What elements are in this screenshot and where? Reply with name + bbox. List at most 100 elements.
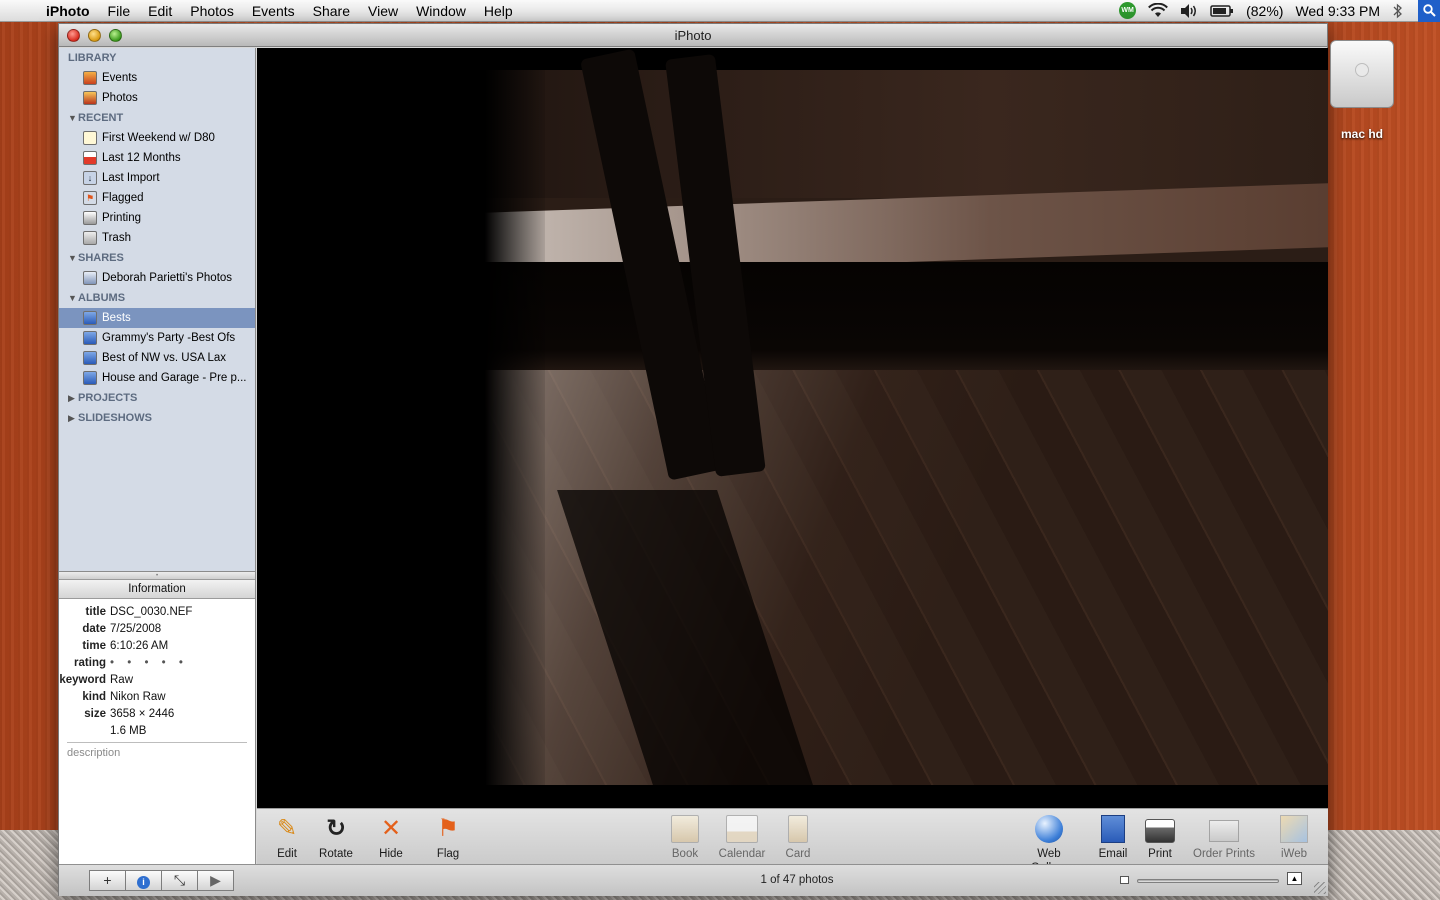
tool-label: Calendar xyxy=(718,848,766,860)
menu-bar: iPhoto File Edit Photos Events Share Vie… xyxy=(0,0,1440,22)
photo-viewer[interactable] xyxy=(257,48,1328,808)
bluetooth-icon[interactable] xyxy=(1392,3,1404,19)
information-header[interactable]: Information xyxy=(59,580,255,599)
sidebar-item-grammys-party[interactable]: Grammy's Party -Best Ofs xyxy=(59,328,255,348)
disclosure-triangle-open-icon[interactable]: ▼ xyxy=(68,288,78,308)
globe-icon xyxy=(1019,813,1079,845)
menu-app-iphoto[interactable]: iPhoto xyxy=(44,0,99,22)
sidebar-item-deborah-shared[interactable]: Deborah Parietti's Photos xyxy=(59,268,255,288)
info-row-size: size 3658 × 2446 xyxy=(59,706,255,723)
menu-file[interactable]: File xyxy=(99,0,140,22)
projects-header-label: PROJECTS xyxy=(78,392,138,404)
info-row-filesize: 1.6 MB xyxy=(59,723,255,740)
pane-splitter-handle[interactable]: • xyxy=(59,572,255,580)
iweb-button[interactable]: iWeb xyxy=(1264,813,1324,861)
tool-label: Print xyxy=(1148,848,1172,860)
information-pane: • Information title DSC_0030.NEF date 7/… xyxy=(59,571,256,864)
description-field[interactable]: description xyxy=(67,742,247,759)
albums-header-label: ALBUMS xyxy=(78,292,126,304)
calendar-button[interactable]: Calendar xyxy=(712,813,772,861)
spotlight-search-icon[interactable] xyxy=(1418,0,1440,22)
disclosure-triangle-closed-icon[interactable]: ▶ xyxy=(68,388,78,408)
info-row-keyword: keyword Raw xyxy=(59,672,255,689)
info-date-value[interactable]: 7/25/2008 xyxy=(110,621,161,638)
sidebar-item-last-import[interactable]: ↓ Last Import xyxy=(59,168,255,188)
card-button[interactable]: Card xyxy=(768,813,828,861)
sidebar-item-first-weekend[interactable]: First Weekend w/ D80 xyxy=(59,128,255,148)
desktop-drive-mac-hd[interactable]: mac hd xyxy=(1329,40,1395,141)
disclosure-triangle-open-icon[interactable]: ▼ xyxy=(68,248,78,268)
printer-icon xyxy=(83,211,97,225)
disclosure-triangle-closed-icon[interactable]: ▶ xyxy=(68,408,78,428)
shares-section-header[interactable]: ▼ SHARES xyxy=(59,248,255,268)
recent-header-label: RECENT xyxy=(78,112,124,124)
album-icon xyxy=(83,371,97,385)
volume-icon[interactable] xyxy=(1180,3,1198,19)
zoom-small-photo-icon[interactable] xyxy=(1120,876,1129,884)
recent-section-header[interactable]: ▼ RECENT xyxy=(59,108,255,128)
menu-edit[interactable]: Edit xyxy=(139,0,181,22)
menu-share[interactable]: Share xyxy=(304,0,359,22)
wm-status-icon[interactable]: WM xyxy=(1119,2,1137,19)
menu-photos[interactable]: Photos xyxy=(181,0,243,22)
menu-help[interactable]: Help xyxy=(475,0,522,22)
rotate-button[interactable]: ↻ Rotate xyxy=(306,813,366,861)
info-time-value[interactable]: 6:10:26 AM xyxy=(110,638,168,655)
sidebar-item-best-of-nw[interactable]: Best of NW vs. USA Lax xyxy=(59,348,255,368)
hard-drive-icon[interactable] xyxy=(1330,40,1394,108)
tool-label: Flag xyxy=(436,848,460,860)
order-prints-button[interactable]: Order Prints xyxy=(1188,813,1260,861)
wifi-icon[interactable] xyxy=(1148,2,1168,19)
disclosure-triangle-open-icon[interactable]: ▼ xyxy=(68,108,78,128)
sidebar-item-printing[interactable]: Printing xyxy=(59,208,255,228)
sidebar-item-label: Best of NW vs. USA Lax xyxy=(102,352,226,364)
window-zoom-button[interactable] xyxy=(109,29,122,42)
full-screen-button[interactable]: ⤡ xyxy=(161,870,198,891)
albums-section-header[interactable]: ▼ ALBUMS xyxy=(59,288,255,308)
sidebar-item-label: Trash xyxy=(102,232,131,244)
sidebar-item-events[interactable]: Events xyxy=(59,68,255,88)
window-minimize-button[interactable] xyxy=(88,29,101,42)
slideshow-play-button[interactable]: ▶ xyxy=(197,870,234,891)
menu-view[interactable]: View xyxy=(359,0,407,22)
info-kind-value: Nikon Raw xyxy=(110,691,166,703)
menu-events[interactable]: Events xyxy=(243,0,304,22)
sidebar-item-last-12-months[interactable]: Last 12 Months xyxy=(59,148,255,168)
slideshows-section-header[interactable]: ▶ SLIDESHOWS xyxy=(59,408,255,428)
info-button[interactable]: i xyxy=(125,870,162,891)
window-titlebar[interactable]: iPhoto xyxy=(59,24,1327,47)
edit-toolbar: ✎ Edit ↻ Rotate ✕ Hide ⚑ Flag Book Calen… xyxy=(257,808,1328,874)
photo-image[interactable] xyxy=(485,48,1328,785)
flag-button[interactable]: ⚑ Flag xyxy=(418,813,478,861)
battery-icon[interactable] xyxy=(1210,4,1234,18)
calendar-icon xyxy=(83,151,97,165)
film-roll-icon xyxy=(83,131,97,145)
info-title-value[interactable]: DSC_0030.NEF xyxy=(110,604,192,621)
sidebar-item-photos[interactable]: Photos xyxy=(59,88,255,108)
projects-section-header[interactable]: ▶ PROJECTS xyxy=(59,388,255,408)
info-label-empty xyxy=(59,723,110,740)
sidebar-item-flagged[interactable]: ⚑ Flagged xyxy=(59,188,255,208)
print-button[interactable]: Print xyxy=(1130,813,1190,861)
rating-stars[interactable]: • • • • • xyxy=(110,655,188,672)
sidebar-item-bests[interactable]: Bests xyxy=(59,308,255,328)
menubar-clock[interactable]: Wed 9:33 PM xyxy=(1295,3,1380,19)
hide-x-icon: ✕ xyxy=(380,815,402,842)
thumbnail-size-slider[interactable] xyxy=(1137,879,1279,883)
window-close-button[interactable] xyxy=(67,29,80,42)
add-album-button[interactable]: + xyxy=(89,870,126,891)
source-list: LIBRARY Events Photos ▼ RECENT First Wee… xyxy=(59,48,256,571)
shares-header-label: SHARES xyxy=(78,252,124,264)
library-header-label: LIBRARY xyxy=(68,52,117,64)
sidebar-item-trash[interactable]: Trash xyxy=(59,228,255,248)
book-button[interactable]: Book xyxy=(655,813,715,861)
info-label: time xyxy=(82,640,106,652)
zoom-large-photo-icon[interactable]: ▲ xyxy=(1287,872,1302,885)
info-keyword-value[interactable]: Raw xyxy=(110,672,133,689)
info-label: keyword xyxy=(59,674,106,686)
sidebar-item-house-garage[interactable]: House and Garage - Pre p... xyxy=(59,368,255,388)
drive-label[interactable]: mac hd xyxy=(1329,127,1395,141)
hide-button[interactable]: ✕ Hide xyxy=(361,813,421,861)
window-resize-handle[interactable] xyxy=(1314,882,1326,894)
menu-window[interactable]: Window xyxy=(407,0,475,22)
